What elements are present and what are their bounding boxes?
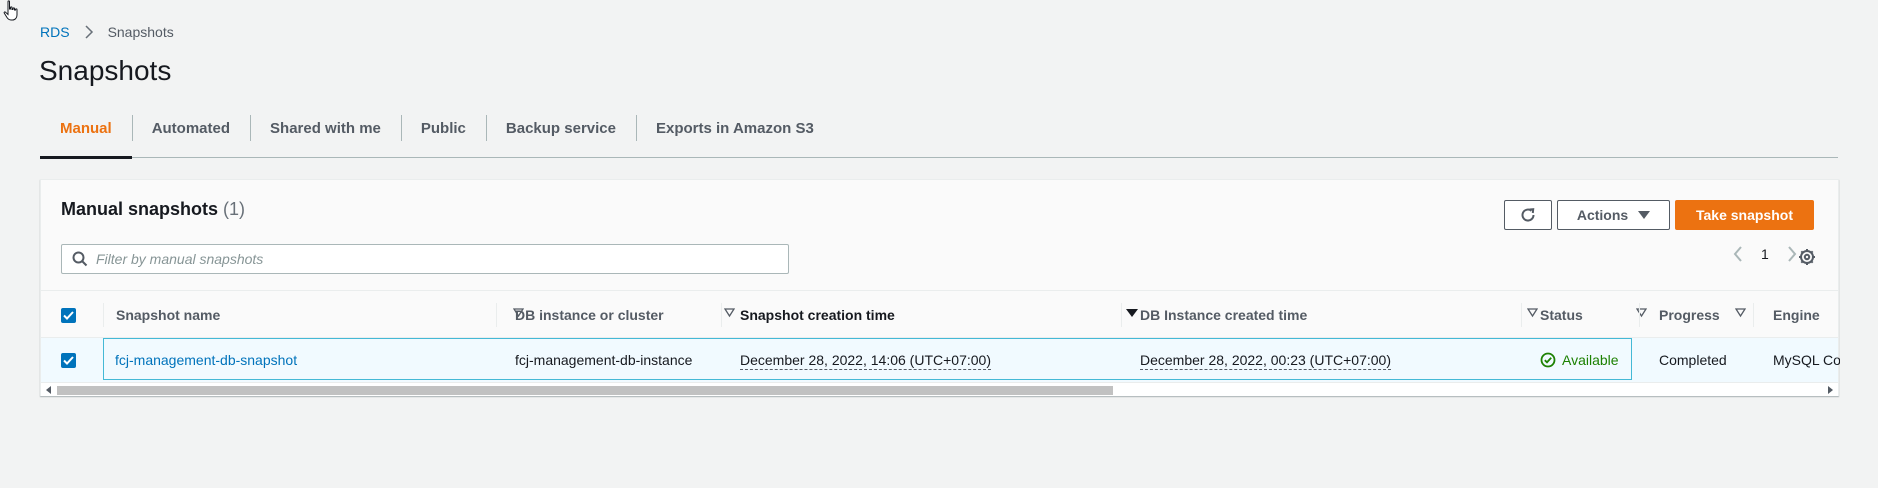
col-status[interactable]: Status xyxy=(1540,291,1659,339)
scroll-right-icon[interactable] xyxy=(1825,385,1835,395)
engine-cell: MySQL Co xyxy=(1773,352,1840,368)
panel-title-text: Manual snapshots xyxy=(61,199,219,219)
chevron-right-icon[interactable] xyxy=(1787,246,1797,262)
tab-automated[interactable]: Automated xyxy=(131,112,250,158)
chevron-left-icon[interactable] xyxy=(1733,246,1743,262)
settings-gear-icon[interactable] xyxy=(1798,248,1816,266)
actions-dropdown-button[interactable]: Actions xyxy=(1557,200,1670,230)
page-number[interactable]: 1 xyxy=(1761,246,1769,262)
col-snapshot-creation-time[interactable]: Snapshot creation time xyxy=(740,291,1150,339)
col-db-instance-created-time[interactable]: DB Instance created time xyxy=(1140,291,1550,339)
col-snapshot-name-label: Snapshot name xyxy=(116,307,221,323)
instance-created-cell[interactable]: December 28, 2022, 00:23 (UTC+07:00) xyxy=(1140,351,1391,370)
col-snapshot-creation-time-label: Snapshot creation time xyxy=(740,307,895,323)
caret-down-icon xyxy=(1638,211,1651,219)
col-engine[interactable]: Engine xyxy=(1773,291,1820,339)
col-db-instance[interactable]: DB instance or cluster xyxy=(515,291,747,339)
col-db-instance-label: DB instance or cluster xyxy=(515,307,664,323)
sort-icon xyxy=(724,308,735,318)
col-engine-label: Engine xyxy=(1773,307,1820,323)
col-progress-label: Progress xyxy=(1659,307,1720,323)
db-instance-cell: fcj-management-db-instance xyxy=(515,352,693,368)
select-all-checkbox[interactable] xyxy=(61,291,76,339)
snapshot-name-link[interactable]: fcj-management-db-snapshot xyxy=(115,352,297,368)
tab-shared-with-me[interactable]: Shared with me xyxy=(250,112,401,158)
search-icon xyxy=(72,251,88,267)
status-text: Available xyxy=(1562,352,1619,368)
scrollbar-thumb[interactable] xyxy=(57,386,1113,395)
horizontal-scrollbar[interactable] xyxy=(41,382,1838,396)
snapshot-tabs: Manual Automated Shared with me Public B… xyxy=(40,112,1838,159)
snapshots-table: Snapshot name DB instance or cluster Sna… xyxy=(41,290,1840,382)
page-title: Snapshots xyxy=(39,55,172,86)
sort-descending-icon xyxy=(1126,309,1138,317)
tab-backup-service[interactable]: Backup service xyxy=(485,112,636,158)
breadcrumb: RDS Snapshots xyxy=(40,24,174,40)
breadcrumb-rds-link[interactable]: RDS xyxy=(40,24,70,40)
check-circle-icon xyxy=(1540,352,1556,368)
take-snapshot-button[interactable]: Take snapshot xyxy=(1675,200,1814,230)
scroll-left-icon[interactable] xyxy=(44,385,54,395)
refresh-icon xyxy=(1521,208,1535,222)
panel-header: Manual snapshots (1) Actions Take snapsh… xyxy=(41,180,1838,290)
col-snapshot-name[interactable]: Snapshot name xyxy=(116,291,536,339)
sort-icon xyxy=(1527,308,1538,318)
creation-time-cell[interactable]: December 28, 2022, 14:06 (UTC+07:00) xyxy=(740,351,991,370)
sort-icon xyxy=(1636,308,1647,318)
progress-cell: Completed xyxy=(1659,352,1727,368)
col-db-instance-created-time-label: DB Instance created time xyxy=(1140,307,1308,323)
table-header: Snapshot name DB instance or cluster Sna… xyxy=(41,290,1838,338)
col-status-label: Status xyxy=(1540,307,1583,323)
status-badge: Available xyxy=(1540,352,1619,368)
refresh-button[interactable] xyxy=(1504,200,1552,230)
breadcrumb-current: Snapshots xyxy=(107,24,174,40)
row-checkbox[interactable] xyxy=(61,338,76,382)
manual-snapshots-panel: Manual snapshots (1) Actions Take snapsh… xyxy=(40,179,1840,396)
table-row[interactable]: fcj-management-db-snapshot fcj-managemen… xyxy=(41,338,1840,382)
hand-pointer-icon xyxy=(3,0,18,21)
snapshot-count: (1) xyxy=(223,199,246,219)
actions-label: Actions xyxy=(1576,207,1629,223)
tab-exports-s3[interactable]: Exports in Amazon S3 xyxy=(635,112,834,158)
search-box xyxy=(61,244,789,274)
sort-icon xyxy=(1735,308,1746,318)
col-progress[interactable]: Progress xyxy=(1659,291,1758,339)
search-input[interactable] xyxy=(96,251,776,267)
tab-public[interactable]: Public xyxy=(400,112,486,158)
pagination: 1 xyxy=(1733,246,1797,262)
chevron-right-icon xyxy=(84,25,94,39)
panel-title: Manual snapshots (1) xyxy=(61,199,245,220)
tab-manual[interactable]: Manual xyxy=(40,112,132,159)
